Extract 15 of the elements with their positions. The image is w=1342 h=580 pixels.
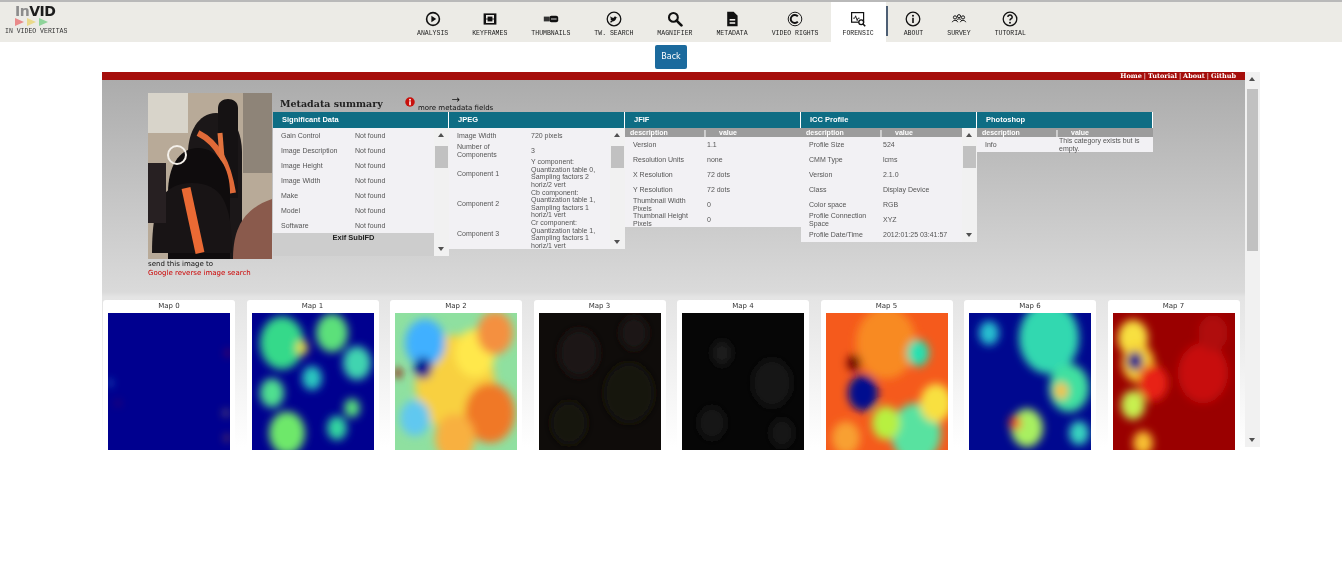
back-button[interactable]: Back: [655, 45, 687, 69]
copyright-icon: [787, 11, 804, 27]
play-icon: [424, 11, 441, 27]
film-icon: [481, 11, 498, 27]
arrow-link[interactable]: →: [451, 95, 460, 104]
help-icon: [1002, 11, 1019, 27]
section-title: Metadata summary: [280, 98, 384, 109]
bird-icon: [605, 11, 622, 27]
monitor-magnifier-icon: [850, 11, 867, 27]
document-icon: [724, 11, 741, 27]
info-icon: [905, 11, 922, 27]
scrollbar[interactable]: [1245, 72, 1260, 447]
logo-text: InVID: [15, 5, 56, 18]
search-icon: [666, 11, 683, 27]
info-icon: [405, 97, 415, 107]
